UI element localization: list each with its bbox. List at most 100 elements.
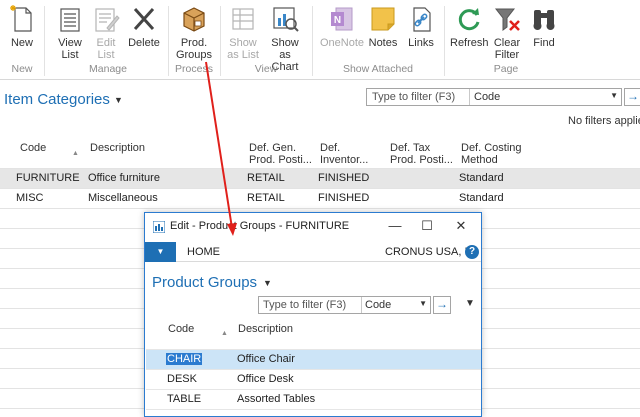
separator — [312, 6, 313, 76]
chevron-down-icon[interactable]: ▼ — [465, 298, 475, 309]
maximize-icon[interactable]: ☐ — [417, 217, 437, 235]
new-document-icon — [7, 4, 37, 34]
dialog-titlebar[interactable]: Edit - Product Groups - FURNITURE — ☐ ✕ — [145, 213, 481, 240]
close-icon[interactable]: ✕ — [451, 217, 471, 235]
group-process-label: Process — [175, 63, 213, 75]
cell-description: Office Chair — [237, 353, 295, 365]
ribbon: New New View List Edit List Delete Manag… — [0, 0, 640, 80]
col-header-code[interactable]: Code — [168, 323, 194, 335]
filter-divider — [469, 89, 470, 105]
col-header-description[interactable]: Description — [238, 323, 293, 335]
cell-code: DESK — [167, 373, 197, 385]
links-button[interactable]: Links — [404, 4, 438, 49]
title-dropdown-icon[interactable]: ▼ — [114, 95, 123, 105]
col-header-description[interactable]: Description — [90, 142, 145, 154]
new-button[interactable]: New — [6, 4, 38, 49]
prod-groups-label: Prod. Groups — [175, 37, 213, 61]
links-icon — [406, 4, 436, 34]
separator — [168, 6, 169, 76]
sort-ascending-icon: ▲ — [72, 150, 79, 157]
refresh-label: Refresh — [450, 37, 489, 49]
dialog-title: Edit - Product Groups - FURNITURE — [170, 220, 350, 232]
group-page-label: Page — [493, 63, 519, 75]
table-row[interactable]: MISC Miscellaneous RETAIL FINISHED Stand… — [0, 189, 640, 208]
filter-divider — [361, 297, 362, 313]
onenote-icon: N — [327, 4, 357, 34]
filter-field-select[interactable]: Code — [474, 91, 500, 103]
apply-filter-arrow-icon[interactable]: → — [624, 88, 640, 106]
cell-code: FURNITURE — [16, 172, 80, 184]
cell-gen-prod: RETAIL — [247, 172, 285, 184]
cell-code: MISC — [16, 192, 44, 204]
divider — [0, 208, 640, 209]
app-menu-dropdown-icon[interactable]: ▼ — [145, 242, 176, 262]
find-label: Find — [533, 37, 555, 49]
col-header-gen-prod[interactable]: Def. Gen. Prod. Posti... — [249, 142, 312, 166]
cell-description: Assorted Tables — [237, 393, 316, 405]
clear-filter-button[interactable]: Clear Filter — [490, 4, 524, 61]
delete-x-icon — [129, 4, 159, 34]
group-new-label: New — [11, 63, 33, 75]
view-list-icon — [55, 4, 85, 34]
refresh-icon — [454, 4, 484, 34]
onenote-button[interactable]: N OneNote — [318, 4, 366, 49]
cell-code[interactable]: CHAIR — [166, 353, 203, 365]
company-name[interactable]: CRONUS USA, I... — [385, 246, 477, 258]
group-show-attached-label: Show Attached — [342, 63, 414, 75]
filter-placeholder: Type to filter (F3) — [372, 91, 456, 103]
table-row[interactable]: FURNITURE Office furniture RETAIL FINISH… — [0, 169, 640, 188]
page-title[interactable]: Item Categories — [4, 91, 110, 108]
product-groups-box-icon — [179, 4, 209, 34]
col-header-inventory[interactable]: Def. Inventor... — [320, 142, 368, 166]
separator — [220, 6, 221, 76]
apply-filter-arrow-icon[interactable]: → — [433, 296, 451, 314]
group-manage-label: Manage — [89, 63, 127, 75]
clear-filter-icon — [492, 4, 522, 34]
find-button[interactable]: Find — [528, 4, 560, 49]
col-header-tax[interactable]: Def. Tax Prod. Posti... — [390, 142, 453, 166]
chevron-down-icon[interactable]: ▼ — [419, 299, 427, 308]
separator — [444, 6, 445, 76]
dialog-filter-input[interactable]: Type to filter (F3) Code ▼ — [258, 296, 431, 314]
delete-button[interactable]: Delete — [126, 4, 162, 49]
filter-field-select[interactable]: Code — [365, 299, 391, 311]
cell-description: Office Desk — [237, 373, 294, 385]
title-dropdown-icon[interactable]: ▼ — [263, 278, 272, 288]
refresh-button[interactable]: Refresh — [450, 4, 489, 49]
filter-placeholder: Type to filter (F3) — [263, 299, 347, 311]
col-header-costing[interactable]: Def. Costing Method — [461, 142, 522, 166]
table-row[interactable]: TABLE Assorted Tables — [146, 390, 481, 409]
filter-input[interactable]: Type to filter (F3) Code ▼ — [366, 88, 622, 106]
col-header-code[interactable]: Code — [20, 142, 46, 154]
table-row[interactable]: DESK Office Desk — [146, 370, 481, 389]
help-icon[interactable]: ? — [465, 245, 479, 259]
show-as-list-button[interactable]: Show as List — [224, 4, 262, 61]
find-binoculars-icon — [529, 4, 559, 34]
divider — [146, 409, 481, 410]
separator — [44, 6, 45, 76]
sort-ascending-icon: ▲ — [221, 330, 228, 337]
table-row[interactable]: CHAIR Office Chair — [146, 350, 481, 369]
prod-groups-button[interactable]: Prod. Groups — [174, 4, 214, 61]
product-groups-dialog: Edit - Product Groups - FURNITURE — ☐ ✕ … — [144, 212, 482, 417]
cell-code: TABLE — [167, 393, 202, 405]
cell-costing: Standard — [459, 172, 504, 184]
tab-home[interactable]: HOME — [187, 246, 220, 258]
edit-list-label: Edit List — [96, 37, 116, 61]
cell-costing: Standard — [459, 192, 504, 204]
edit-list-button[interactable]: Edit List — [90, 4, 122, 61]
notes-button[interactable]: Notes — [366, 4, 400, 49]
minimize-icon[interactable]: — — [385, 217, 405, 235]
app-logo-icon — [152, 220, 166, 234]
new-label: New — [10, 37, 33, 49]
chevron-down-icon[interactable]: ▼ — [610, 91, 618, 100]
notes-label: Notes — [368, 37, 398, 49]
view-list-button[interactable]: View List — [54, 4, 86, 61]
show-as-list-label: Show as List — [227, 37, 259, 61]
cell-description: Miscellaneous — [88, 192, 158, 204]
cell-gen-prod: RETAIL — [247, 192, 285, 204]
delete-label: Delete — [128, 37, 160, 49]
cell-inventory: FINISHED — [318, 172, 370, 184]
dialog-page-title[interactable]: Product Groups — [152, 274, 257, 291]
links-label: Links — [408, 37, 434, 49]
